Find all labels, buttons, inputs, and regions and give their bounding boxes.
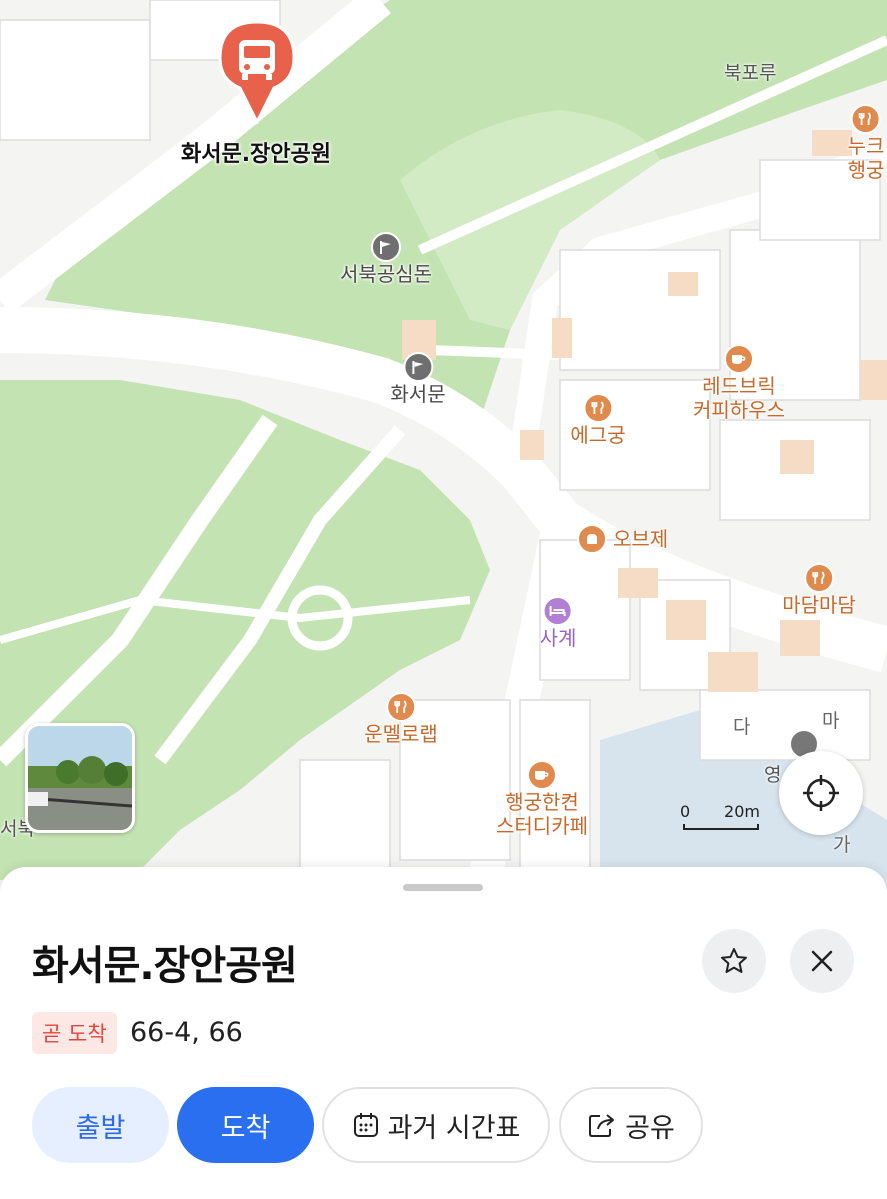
- calendar-icon: [353, 1113, 378, 1137]
- map-text-fragment: 영: [764, 764, 782, 786]
- poi-label: 누크 행궁: [847, 134, 885, 182]
- bus-stop-label: 화서문.장안공원: [180, 142, 332, 167]
- coffee-cup-icon: [724, 344, 754, 374]
- fork-knife-icon: [582, 393, 613, 423]
- map-scale: 0 20m: [680, 802, 762, 834]
- status-badge: 곧 도착: [32, 1012, 117, 1054]
- poi-label: 오브제: [613, 527, 669, 551]
- poi-label: 화서문: [390, 382, 446, 406]
- street-view-thumbnail[interactable]: [25, 723, 135, 833]
- poi-label: 마담마담: [782, 593, 856, 617]
- flag-icon: [371, 232, 401, 262]
- coffee-cup-icon: [527, 760, 557, 790]
- scale-zero: 0: [680, 802, 691, 821]
- bus-icon: [218, 20, 296, 126]
- arrive-button[interactable]: 도착: [177, 1087, 314, 1163]
- favorite-button[interactable]: [702, 929, 766, 993]
- map-text-fragment: 다: [733, 716, 751, 738]
- poi-label: 운멜로랩: [364, 722, 438, 746]
- share-label: 공유: [625, 1112, 675, 1144]
- poi-unmello-lab[interactable]: 운멜로랩: [364, 692, 438, 746]
- poi-sagye[interactable]: 사계: [539, 596, 577, 650]
- star-icon: [721, 948, 747, 973]
- close-button[interactable]: [790, 929, 854, 993]
- map-text-fragment: 마: [822, 710, 840, 732]
- close-icon: [811, 950, 833, 972]
- scale-distance: 20m: [724, 802, 760, 821]
- timetable-label: 과거 시간표: [387, 1112, 521, 1144]
- map-text-fragment: 가: [833, 834, 851, 856]
- bus-routes: 66-4, 66: [130, 1017, 243, 1048]
- share-button[interactable]: 공유: [559, 1087, 703, 1163]
- poi-label: 사계: [539, 626, 577, 650]
- drag-handle[interactable]: [403, 884, 483, 891]
- poi-label: 에그궁: [570, 423, 626, 447]
- depart-button[interactable]: 출발: [32, 1087, 169, 1163]
- share-icon: [589, 1114, 615, 1137]
- crosshair-icon: [803, 775, 839, 811]
- poi-nook[interactable]: 누크 행궁: [847, 104, 885, 182]
- poi-hwaseomun[interactable]: 화서문: [390, 352, 446, 406]
- bottom-sheet: 화서문.장안공원 곧 도착 66-4, 66 출발 도착 과거 시간표 공유: [0, 867, 887, 1199]
- poi-haenggung-studycafe[interactable]: 행궁한켠 스터디카페: [496, 760, 588, 838]
- bus-stop-marker[interactable]: [218, 20, 296, 128]
- poi-label: 서북공심돈: [340, 262, 432, 286]
- poi-label: 레드브릭 커피하우스: [693, 374, 785, 422]
- fork-knife-icon: [851, 104, 881, 134]
- bread-icon: [577, 524, 607, 554]
- stop-title: 화서문.장안공원: [32, 943, 298, 989]
- poi-egg-gung[interactable]: 에그궁: [570, 393, 626, 447]
- arrive-label: 도착: [220, 1112, 271, 1144]
- bed-icon: [543, 596, 573, 626]
- poi-redbrick-coffee[interactable]: 레드브릭 커피하우스: [693, 344, 785, 422]
- map-view[interactable]: 북포루 서북공심돈 화서문 에그궁 레드브릭 커피하우스 오브제 사계 마담마담…: [0, 0, 887, 900]
- current-location-button[interactable]: [779, 751, 863, 835]
- road-label: 북포루: [724, 62, 777, 84]
- depart-label: 출발: [75, 1112, 126, 1144]
- flag-icon: [402, 352, 433, 382]
- timetable-button[interactable]: 과거 시간표: [322, 1087, 550, 1163]
- poi-objet[interactable]: 오브제: [577, 524, 668, 554]
- fork-knife-icon: [385, 692, 416, 722]
- poi-label: 행궁한켠 스터디카페: [496, 790, 588, 838]
- scale-bar: [683, 824, 759, 830]
- fork-knife-icon: [803, 563, 834, 593]
- poi-seobuk-gongsimdon[interactable]: 서북공심돈: [340, 232, 432, 286]
- poi-madammadam[interactable]: 마담마담: [782, 563, 856, 617]
